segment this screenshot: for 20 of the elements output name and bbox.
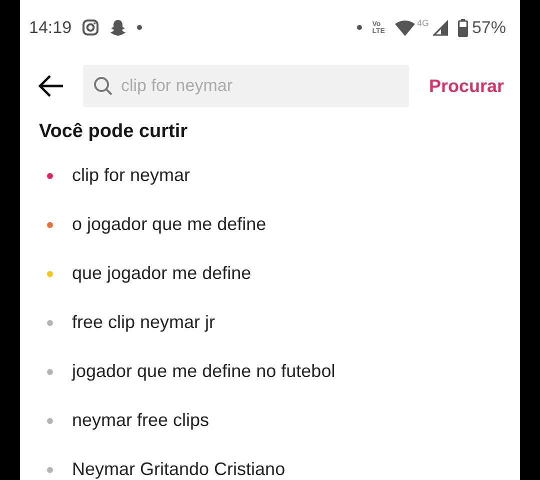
instagram-icon [82,19,99,36]
notification-dot [136,25,142,30]
network-type: 4G [416,18,429,28]
suggestion-link[interactable]: jogador que me define no futebol [72,361,336,382]
suggestion-link[interactable]: free clip neymar jr [72,312,216,333]
battery-icon [458,18,468,36]
ghost-icon [108,18,127,36]
suggestion-link[interactable]: o jogador que me define [72,214,266,235]
wifi-icon [394,20,415,36]
search-button[interactable]: Procurar [424,72,508,100]
suggestion-link[interactable]: clip for neymar [72,165,190,186]
status-time: 14:19 [29,18,72,38]
battery-percentage: 57% [472,18,506,38]
suggestion-link[interactable]: que jogador me define [72,263,252,284]
notification-dot [357,25,362,30]
signal-icon [432,20,448,36]
section-title: Você pode curtir [39,121,189,143]
suggestion-link[interactable]: Neymar Gritando Cristiano [72,459,286,480]
search-field[interactable]: clip for neymar [83,65,409,107]
suggestion-link[interactable]: neymar free clips [72,410,210,431]
